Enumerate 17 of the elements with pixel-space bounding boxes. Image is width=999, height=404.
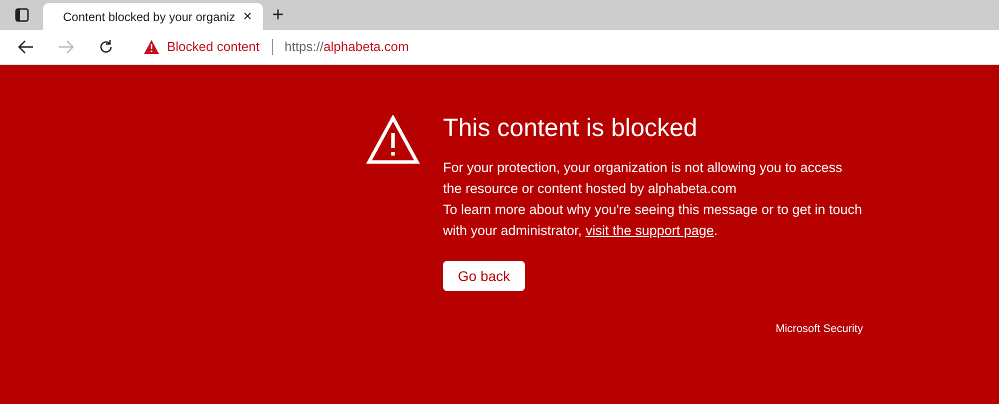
back-icon[interactable] xyxy=(18,40,34,54)
warning-icon xyxy=(366,115,420,165)
url-text: https://alphabeta.com xyxy=(284,38,409,56)
close-tab-button[interactable]: × xyxy=(243,9,252,24)
browser-tab[interactable]: Content blocked by your organiz × xyxy=(43,3,263,30)
go-back-button[interactable]: Go back xyxy=(443,261,525,291)
refresh-icon[interactable] xyxy=(98,39,114,55)
message-text: For your protection, your organization is not allowing you to access the resource or content hosted by alphabeta.com xyxy=(443,159,844,198)
tab-title: Content blocked by your organiz xyxy=(63,8,236,26)
footer-text: Microsoft Security xyxy=(776,322,863,337)
support-link[interactable]: visit the support page xyxy=(586,223,714,238)
blocked-status: Blocked content xyxy=(167,38,260,56)
new-tab-button[interactable]: + xyxy=(263,0,293,30)
sidebar-icon[interactable] xyxy=(14,8,28,22)
page-heading: This content is blocked xyxy=(443,113,698,143)
warning-icon xyxy=(144,40,159,54)
support-text: To learn more about why you're seeing this message or to get in touch with your administrator, visit the support page. xyxy=(443,201,863,240)
